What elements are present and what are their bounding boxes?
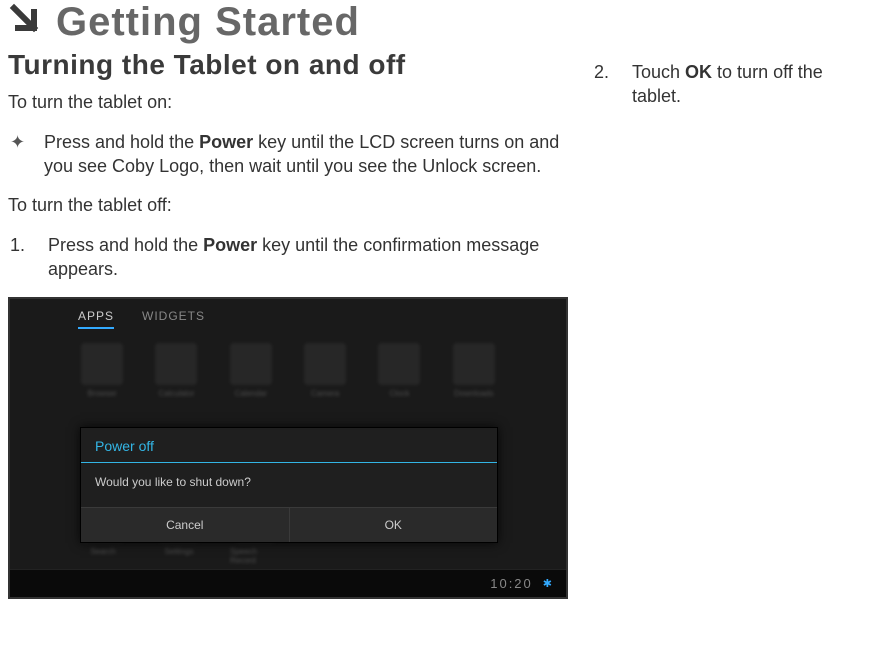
- app-icon: [453, 343, 495, 385]
- step-1: 1. Press and hold the Power key until th…: [8, 233, 568, 282]
- chapter-arrow-icon: [8, 2, 42, 43]
- turn-off-intro: To turn the tablet off:: [8, 194, 568, 217]
- step-2: 2. Touch OK to turn off the tablet.: [592, 60, 872, 109]
- step-number: 1.: [10, 233, 30, 282]
- chapter-title: Getting Started: [56, 0, 360, 45]
- cancel-button: Cancel: [81, 507, 290, 542]
- ok-button: OK: [290, 507, 498, 542]
- turn-on-intro: To turn the tablet on:: [8, 91, 568, 114]
- section-title: Turning the Tablet on and off: [8, 49, 568, 81]
- step-text: Press and hold the Power key until the c…: [48, 233, 568, 282]
- turn-on-bullet: ✦ Press and hold the Power key until the…: [8, 130, 568, 179]
- dialog-buttons: Cancel OK: [81, 507, 497, 542]
- ok-key-label: OK: [685, 62, 712, 82]
- app-icon: [304, 343, 346, 385]
- bluetooth-icon: ✱: [543, 577, 552, 590]
- tablet-screenshot: APPS WIDGETS Browser Calculator Calendar…: [8, 297, 568, 599]
- power-key-label: Power: [203, 235, 257, 255]
- clock: 10:20: [490, 576, 533, 591]
- tab-apps: APPS: [78, 309, 114, 329]
- dialog-title: Power off: [81, 428, 497, 463]
- turn-off-steps: 1. Press and hold the Power key until th…: [8, 233, 568, 282]
- power-key-label: Power: [199, 132, 253, 152]
- app-icon: [378, 343, 420, 385]
- bullet-marker-icon: ✦: [10, 130, 26, 179]
- app-icon: [81, 343, 123, 385]
- dialog-body: Would you like to shut down?: [81, 463, 497, 507]
- tablet-tabs: APPS WIDGETS: [10, 299, 566, 343]
- app-icon: [155, 343, 197, 385]
- step-text: Touch OK to turn off the tablet.: [632, 60, 872, 109]
- app-icon-row-top: Browser Calculator Calendar Camera Clock…: [10, 343, 566, 420]
- turn-off-steps-continued: 2. Touch OK to turn off the tablet.: [592, 60, 872, 109]
- tab-widgets: WIDGETS: [142, 309, 205, 329]
- tablet-status-bar: 10:20 ✱: [10, 569, 566, 597]
- turn-on-steps: ✦ Press and hold the Power key until the…: [8, 130, 568, 179]
- app-icon: [230, 343, 272, 385]
- power-off-dialog: Power off Would you like to shut down? C…: [80, 427, 498, 543]
- chapter-heading: Getting Started: [8, 0, 568, 45]
- bullet-text: Press and hold the Power key until the L…: [44, 130, 568, 179]
- step-number: 2.: [594, 60, 614, 109]
